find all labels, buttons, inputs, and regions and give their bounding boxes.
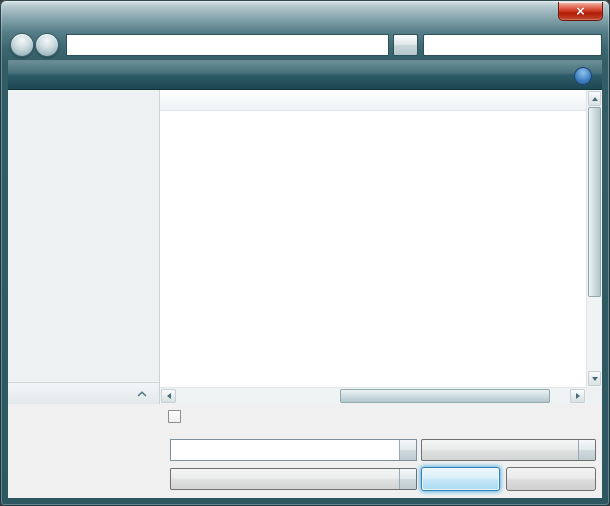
filetype-combobox[interactable] bbox=[421, 439, 596, 461]
filename-input[interactable] bbox=[171, 440, 399, 460]
triangle-right-icon bbox=[576, 393, 580, 399]
back-arrow-icon bbox=[15, 38, 30, 53]
horizontal-scroll-thumb[interactable] bbox=[340, 389, 550, 403]
filename-dropdown-button[interactable] bbox=[399, 440, 416, 460]
favorites-header bbox=[8, 90, 159, 107]
cancel-button[interactable] bbox=[506, 467, 596, 491]
file-list bbox=[160, 90, 602, 404]
vertical-scrollbar[interactable] bbox=[586, 90, 602, 387]
help-button[interactable] bbox=[574, 67, 592, 85]
scroll-down-button[interactable] bbox=[588, 371, 601, 386]
search-icon[interactable] bbox=[583, 38, 598, 53]
breadcrumb[interactable] bbox=[66, 34, 389, 56]
triangle-left-icon bbox=[167, 393, 171, 399]
triangle-up-icon bbox=[592, 97, 598, 101]
horizontal-scrollbar[interactable] bbox=[160, 387, 586, 404]
navigation-bar bbox=[0, 30, 610, 60]
close-button[interactable] bbox=[558, 2, 603, 21]
version-combobox[interactable] bbox=[170, 468, 417, 490]
forward-arrow-icon bbox=[40, 38, 55, 53]
checkbox[interactable] bbox=[168, 410, 181, 423]
folders-expander[interactable] bbox=[8, 382, 159, 404]
version-row bbox=[8, 467, 602, 491]
list-rows bbox=[160, 111, 586, 387]
filename-row bbox=[8, 439, 602, 461]
search-input[interactable] bbox=[430, 39, 583, 51]
dialog-content bbox=[8, 90, 602, 404]
open-dialog-window bbox=[0, 0, 610, 506]
refresh-icon bbox=[399, 38, 413, 52]
scroll-right-button[interactable] bbox=[570, 389, 585, 403]
chevron-up-icon bbox=[137, 391, 147, 397]
search-box bbox=[423, 34, 602, 56]
filename-combobox bbox=[170, 439, 417, 461]
navigation-pane bbox=[8, 90, 160, 404]
triangle-down-icon bbox=[592, 377, 598, 381]
scroll-left-button[interactable] bbox=[161, 389, 176, 403]
titlebar[interactable] bbox=[0, 0, 610, 30]
folder-icon bbox=[71, 38, 86, 53]
refresh-button[interactable] bbox=[393, 34, 418, 56]
back-button[interactable] bbox=[10, 33, 34, 57]
dialog-footer bbox=[8, 404, 602, 498]
command-toolbar bbox=[8, 60, 602, 90]
list-column-headers bbox=[160, 90, 586, 111]
window-icon bbox=[10, 7, 26, 23]
readonly-checkbox-row[interactable] bbox=[168, 410, 187, 423]
version-dropdown-button[interactable] bbox=[399, 469, 416, 489]
close-icon bbox=[574, 5, 587, 18]
open-button[interactable] bbox=[421, 467, 500, 491]
vertical-scroll-thumb[interactable] bbox=[588, 107, 601, 297]
filetype-dropdown-button[interactable] bbox=[578, 440, 595, 460]
scroll-up-button[interactable] bbox=[588, 91, 601, 106]
forward-button[interactable] bbox=[35, 33, 59, 57]
scrollbar-corner bbox=[586, 387, 602, 404]
